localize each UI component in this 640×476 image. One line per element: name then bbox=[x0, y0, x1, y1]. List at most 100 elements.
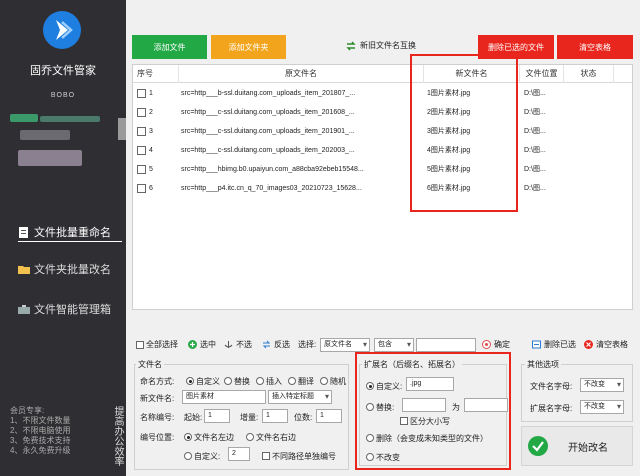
row-checkbox[interactable] bbox=[137, 127, 146, 136]
option-label: 随机 bbox=[330, 377, 346, 386]
row-index: 1 bbox=[149, 90, 153, 97]
confirm-label: 确定 bbox=[494, 340, 510, 349]
ext-replace-from-input[interactable] bbox=[402, 398, 446, 412]
position-custom[interactable]: 自定义: bbox=[184, 451, 220, 462]
position-custom-input[interactable]: 2 bbox=[228, 447, 250, 461]
row-original-name: src=http___c-ssl.duitang.com_uploads_ite… bbox=[181, 128, 355, 135]
clear-table-label: 清空表格 bbox=[596, 340, 628, 349]
delete-selected-files-button[interactable]: 删除已选的文件 bbox=[478, 35, 554, 59]
unselect-button[interactable]: 不选 bbox=[224, 339, 252, 350]
nav-smart-manager[interactable]: 文件智能管理箱 bbox=[0, 297, 126, 321]
row-original-name: src=http___p4.itc.cn_q_70_images03_20210… bbox=[181, 185, 362, 192]
ext-replace-option[interactable]: 替换: bbox=[366, 402, 394, 413]
row-checkbox[interactable] bbox=[137, 184, 146, 193]
radio-dot bbox=[320, 377, 328, 385]
select-button[interactable]: 选中 bbox=[188, 339, 216, 350]
ext-nochange-option[interactable]: 不改变 bbox=[366, 452, 400, 463]
col-original-name[interactable]: 原文件名 bbox=[179, 65, 424, 83]
naming-label: 命名方式: bbox=[140, 377, 175, 386]
start-input[interactable]: 1 bbox=[204, 409, 230, 423]
ext-to-label: 为 bbox=[452, 403, 460, 412]
step-label: 增量: bbox=[240, 413, 259, 422]
ext-custom-option[interactable]: 自定义: bbox=[366, 381, 402, 392]
ext-case-dropdown[interactable]: 不改变 bbox=[580, 400, 624, 414]
option-label: 文件名左边 bbox=[194, 433, 234, 442]
row-checkbox[interactable] bbox=[137, 89, 146, 98]
row-checkbox[interactable] bbox=[137, 108, 146, 117]
nav-batch-rename-folders[interactable]: 文件夹批量改名 bbox=[0, 257, 126, 281]
row-location: D:\图... bbox=[524, 128, 546, 135]
table-row[interactable]: 2 src=http___c-ssl.duitang.com_uploads_i… bbox=[133, 103, 632, 122]
naming-option-replace[interactable]: 替换 bbox=[224, 376, 250, 387]
delete-selected-button[interactable]: 删除已选 bbox=[532, 339, 576, 350]
add-file-button[interactable]: 添加文件 bbox=[132, 35, 207, 59]
nav-label: 文件智能管理箱 bbox=[34, 304, 111, 316]
col-location[interactable]: 文件位置 bbox=[520, 65, 564, 83]
row-new-name: 2图片素材.jpg bbox=[427, 109, 471, 116]
newname-label: 新文件名: bbox=[140, 394, 175, 403]
position-right[interactable]: 文件名右边 bbox=[246, 432, 296, 443]
nav-batch-rename-files[interactable]: 文件批量重命名 bbox=[0, 220, 126, 244]
file-table[interactable]: 序号 原文件名 新文件名 文件位置 状态 1 src=http___b-ssl.… bbox=[132, 64, 633, 310]
invert-label: 反选 bbox=[274, 340, 290, 349]
ext-case-checkbox[interactable]: 区分大小写 bbox=[400, 416, 450, 427]
blurred-user-info-2 bbox=[40, 116, 100, 122]
naming-option-insert[interactable]: 插入 bbox=[256, 376, 282, 387]
app-subtitle: BOBO bbox=[50, 92, 76, 99]
app-title: 固乔文件管家 bbox=[30, 65, 96, 77]
invert-button[interactable]: 反选 bbox=[262, 339, 290, 350]
row-location: D:\图... bbox=[524, 166, 546, 173]
delete-icon bbox=[532, 340, 541, 349]
digits-input[interactable]: 1 bbox=[316, 409, 342, 423]
row-original-name: src=http___hbimg.b0.upaiyun.com_a88cba92… bbox=[181, 166, 364, 173]
row-original-name: src=http___c-ssl.duitang.com_uploads_ite… bbox=[181, 109, 355, 116]
separate-path-checkbox[interactable]: 不同路径单独编号 bbox=[262, 451, 336, 462]
unselect-label: 不选 bbox=[236, 340, 252, 349]
start-rename-button[interactable]: 开始改名 bbox=[521, 426, 633, 466]
select-keyword-input[interactable] bbox=[416, 338, 476, 352]
naming-option-random[interactable]: 随机 bbox=[320, 376, 346, 387]
row-checkbox[interactable] bbox=[137, 146, 146, 155]
row-checkbox[interactable] bbox=[137, 165, 146, 174]
nav-label: 文件夹批量改名 bbox=[34, 264, 111, 276]
insert-title-dropdown[interactable]: 插入特定标题 bbox=[268, 390, 332, 404]
ext-replace-to-input[interactable] bbox=[464, 398, 508, 412]
member-line: 4、永久免费升级 bbox=[10, 446, 71, 455]
numbering-label: 名称编号: bbox=[140, 413, 175, 422]
ext-delete-option[interactable]: 删除（会变成未知类型的文件） bbox=[366, 433, 488, 444]
col-index[interactable]: 序号 bbox=[133, 65, 179, 83]
app-window: 固乔文件管家 BOBO 文件批量重命名 文件夹批量改名 文件智能管理箱 会员专享… bbox=[0, 0, 640, 476]
filename-case-dropdown[interactable]: 不改变 bbox=[580, 378, 624, 392]
blurred-user-info-4 bbox=[18, 150, 82, 166]
ext-custom-input[interactable]: .jpg bbox=[406, 377, 454, 391]
row-index: 2 bbox=[149, 109, 153, 116]
sidebar-collapse-handle[interactable] bbox=[118, 118, 126, 140]
naming-option-translate[interactable]: 翻译 bbox=[288, 376, 314, 387]
select-field-label: 选择: bbox=[298, 340, 317, 349]
select-field-dropdown[interactable]: 原文件名 bbox=[320, 338, 370, 352]
naming-option-custom[interactable]: 自定义 bbox=[186, 376, 220, 387]
table-row[interactable]: 4 src=http___c-ssl.duitang.com_uploads_i… bbox=[133, 141, 632, 160]
row-location: D:\图... bbox=[524, 147, 546, 154]
confirm-button[interactable]: 确定 bbox=[482, 339, 510, 350]
col-status[interactable]: 状态 bbox=[564, 65, 614, 83]
clear-table-small-button[interactable]: 清空表格 bbox=[584, 339, 628, 350]
clear-table-button[interactable]: 清空表格 bbox=[557, 35, 633, 59]
slogan-vertical: 提高办公效率 bbox=[112, 406, 123, 466]
table-row[interactable]: 3 src=http___c-ssl.duitang.com_uploads_i… bbox=[133, 122, 632, 141]
select-all-checkbox[interactable]: 全部选择 bbox=[136, 339, 178, 350]
table-row[interactable]: 1 src=http___b-ssl.duitang.com_uploads_i… bbox=[133, 84, 632, 103]
swap-names-button[interactable]: 新旧文件名互换 bbox=[346, 40, 416, 51]
step-input[interactable]: 1 bbox=[262, 409, 288, 423]
swap-label: 新旧文件名互换 bbox=[360, 41, 416, 50]
add-folder-button[interactable]: 添加文件夹 bbox=[211, 35, 286, 59]
filename-panel-title: 文件名 bbox=[136, 359, 164, 370]
position-left[interactable]: 文件名左边 bbox=[184, 432, 234, 443]
table-row[interactable]: 5 src=http___hbimg.b0.upaiyun.com_a88cba… bbox=[133, 160, 632, 179]
member-line: 1、不限文件数量 bbox=[10, 416, 71, 425]
row-index: 6 bbox=[149, 185, 153, 192]
match-type-dropdown[interactable]: 包含 bbox=[374, 338, 414, 352]
table-row[interactable]: 6 src=http___p4.itc.cn_q_70_images03_202… bbox=[133, 179, 632, 198]
col-new-name[interactable]: 新文件名 bbox=[424, 65, 520, 83]
newname-input[interactable]: 图片素材 bbox=[182, 390, 266, 404]
